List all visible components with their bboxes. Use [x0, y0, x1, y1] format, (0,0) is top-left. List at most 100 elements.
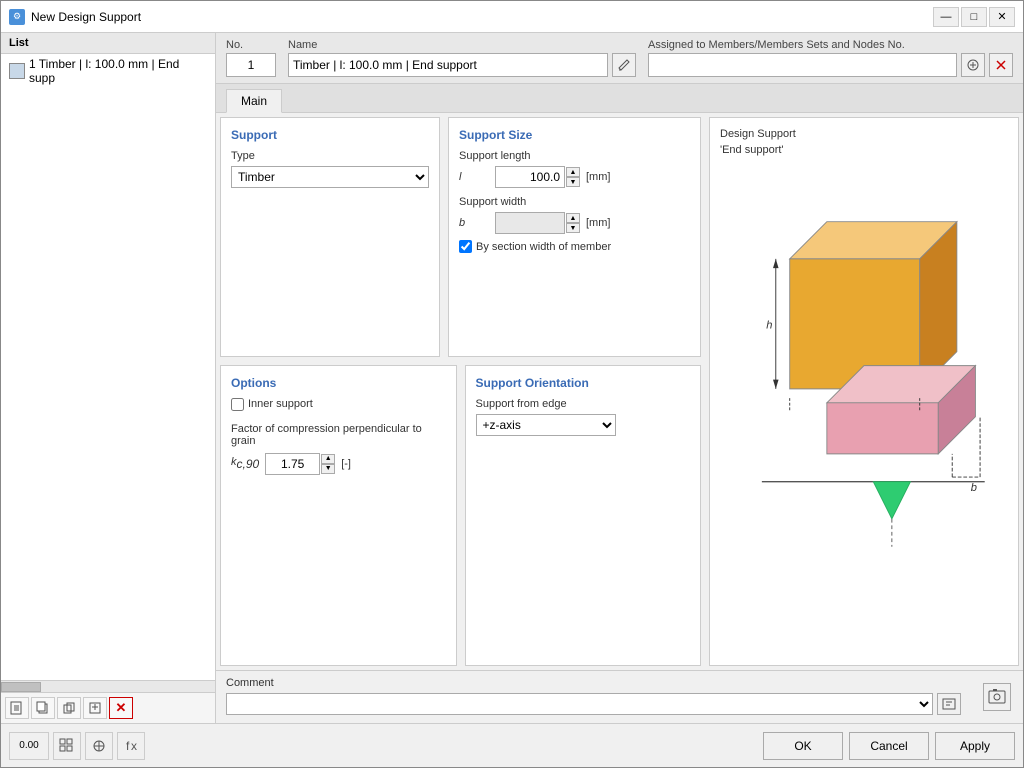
diagram-panel: Design Support 'End support': [709, 117, 1019, 666]
assigned-label: Assigned to Members/Members Sets and Nod…: [648, 39, 1013, 51]
apply-button[interactable]: Apply: [935, 732, 1015, 760]
maximize-button[interactable]: □: [961, 7, 987, 27]
kc-label: kc,90: [231, 456, 259, 471]
l-label: l: [459, 171, 489, 183]
list-item-label: 1 Timber | l: 100.0 mm | End supp: [29, 57, 207, 85]
app-icon: ⚙: [9, 9, 25, 25]
support-size-section: Support Size Support length l ▲ ▼: [448, 117, 701, 357]
svg-text:h: h: [766, 320, 772, 332]
delete-button[interactable]: ✕: [109, 697, 133, 719]
checkbox-row: By section width of member: [459, 240, 690, 253]
duplicate-button[interactable]: [31, 697, 55, 719]
name-field-group: Name: [288, 39, 636, 77]
photo-button[interactable]: [983, 683, 1011, 711]
inner-support-row: Inner support: [231, 398, 446, 411]
kc-unit: [-]: [341, 458, 351, 470]
type-row: Timber Steel Concrete: [231, 166, 429, 188]
width-up-button[interactable]: ▲: [566, 213, 580, 223]
comment-row: [226, 693, 961, 715]
main-window: ⚙ New Design Support — □ ✕ List 1 Timber…: [0, 0, 1024, 768]
tabs: Main: [216, 84, 1023, 113]
function-button[interactable]: fx: [117, 732, 145, 760]
width-spinner: ▲ ▼: [566, 213, 580, 233]
no-input[interactable]: [226, 53, 276, 77]
grid-button[interactable]: [53, 732, 81, 760]
length-up-button[interactable]: ▲: [566, 167, 580, 177]
tab-main[interactable]: Main: [226, 89, 282, 113]
orientation-section: Support Orientation Support from edge +z…: [465, 365, 702, 666]
type-select[interactable]: Timber Steel Concrete: [231, 166, 429, 188]
snap-button[interactable]: [85, 732, 113, 760]
by-section-checkbox[interactable]: [459, 240, 472, 253]
name-row: [288, 53, 636, 77]
list-items: 1 Timber | l: 100.0 mm | End supp: [1, 54, 215, 680]
by-section-label: By section width of member: [476, 241, 611, 253]
kc-row: kc,90 ▲ ▼ [-]: [231, 453, 446, 475]
inner-support-label: Inner support: [248, 398, 313, 410]
list-panel: List 1 Timber | l: 100.0 mm | End supp: [1, 33, 216, 723]
window-title: New Design Support: [31, 10, 141, 24]
length-down-button[interactable]: ▼: [566, 177, 580, 187]
length-label: Support length: [459, 150, 690, 162]
list-scrollbar[interactable]: [1, 680, 215, 692]
comment-select[interactable]: [226, 693, 933, 715]
content-area: Support Type Timber Steel Concrete: [216, 113, 1023, 670]
support-size-title: Support Size: [459, 128, 690, 142]
dialog-buttons: OK Cancel Apply: [763, 732, 1015, 760]
name-label: Name: [288, 39, 636, 51]
name-input[interactable]: [288, 53, 608, 77]
top-fields: No. Name Assigned to Members/Members Set…: [216, 33, 1023, 84]
width-input[interactable]: [495, 212, 565, 234]
assigned-clear-button[interactable]: [989, 53, 1013, 77]
cancel-button[interactable]: Cancel: [849, 732, 929, 760]
form-panel: No. Name Assigned to Members/Members Set…: [216, 33, 1023, 723]
width-down-button[interactable]: ▼: [566, 223, 580, 233]
kc-spinner: ▲ ▼: [321, 454, 335, 474]
factor-section: Factor of compression perpendicular to g…: [231, 423, 446, 475]
factor-label: Factor of compression perpendicular to g…: [231, 423, 446, 447]
kc-up-button[interactable]: ▲: [321, 454, 335, 464]
inner-support-checkbox[interactable]: [231, 398, 244, 411]
kc-down-button[interactable]: ▼: [321, 464, 335, 474]
bottom-tools: 0.00 fx: [9, 732, 145, 760]
no-label: No.: [226, 39, 276, 51]
assigned-input[interactable]: [648, 53, 957, 77]
list-item[interactable]: 1 Timber | l: 100.0 mm | End supp: [1, 54, 215, 88]
kc-input-wrapper: ▲ ▼: [265, 453, 335, 475]
minimize-button[interactable]: —: [933, 7, 959, 27]
assigned-select-button[interactable]: [961, 53, 985, 77]
length-input[interactable]: [495, 166, 565, 188]
from-edge-select[interactable]: +z-axis -z-axis +y-axis -y-axis: [476, 414, 616, 436]
comment-edit-button[interactable]: [937, 693, 961, 715]
length-input-wrapper: ▲ ▼: [495, 166, 580, 188]
bottom-bar: 0.00 fx OK Cancel Apply: [1, 723, 1023, 767]
ok-button[interactable]: OK: [763, 732, 843, 760]
width-unit: [mm]: [586, 217, 610, 229]
comment-label: Comment: [226, 677, 961, 689]
length-spinner: ▲ ▼: [566, 167, 580, 187]
svg-text:b: b: [971, 482, 977, 494]
support-section: Support Type Timber Steel Concrete: [220, 117, 440, 357]
list-header: List: [1, 33, 215, 54]
kc-input[interactable]: [265, 453, 320, 475]
orientation-title: Support Orientation: [476, 376, 691, 390]
title-bar-left: ⚙ New Design Support: [9, 9, 141, 25]
diagram-svg: h b: [734, 166, 994, 556]
paste-button[interactable]: [83, 697, 107, 719]
new-item-button[interactable]: [5, 697, 29, 719]
coordinate-display[interactable]: 0.00: [9, 732, 49, 760]
length-unit: [mm]: [586, 171, 610, 183]
comment-section: Comment: [216, 671, 971, 723]
assigned-row: [648, 53, 1013, 77]
width-row: b ▲ ▼ [mm]: [459, 212, 690, 234]
bottom-section-row: Options Inner support Factor of compress…: [216, 361, 705, 670]
b-label: b: [459, 217, 489, 229]
edit-name-button[interactable]: [612, 53, 636, 77]
main-content: List 1 Timber | l: 100.0 mm | End supp: [1, 33, 1023, 723]
no-field-group: No.: [226, 39, 276, 77]
list-item-icon: [9, 63, 25, 79]
photo-btn-wrapper: [971, 671, 1023, 723]
close-button[interactable]: ✕: [989, 7, 1015, 27]
left-sections: Support Type Timber Steel Concrete: [216, 113, 705, 670]
copy-button[interactable]: [57, 697, 81, 719]
